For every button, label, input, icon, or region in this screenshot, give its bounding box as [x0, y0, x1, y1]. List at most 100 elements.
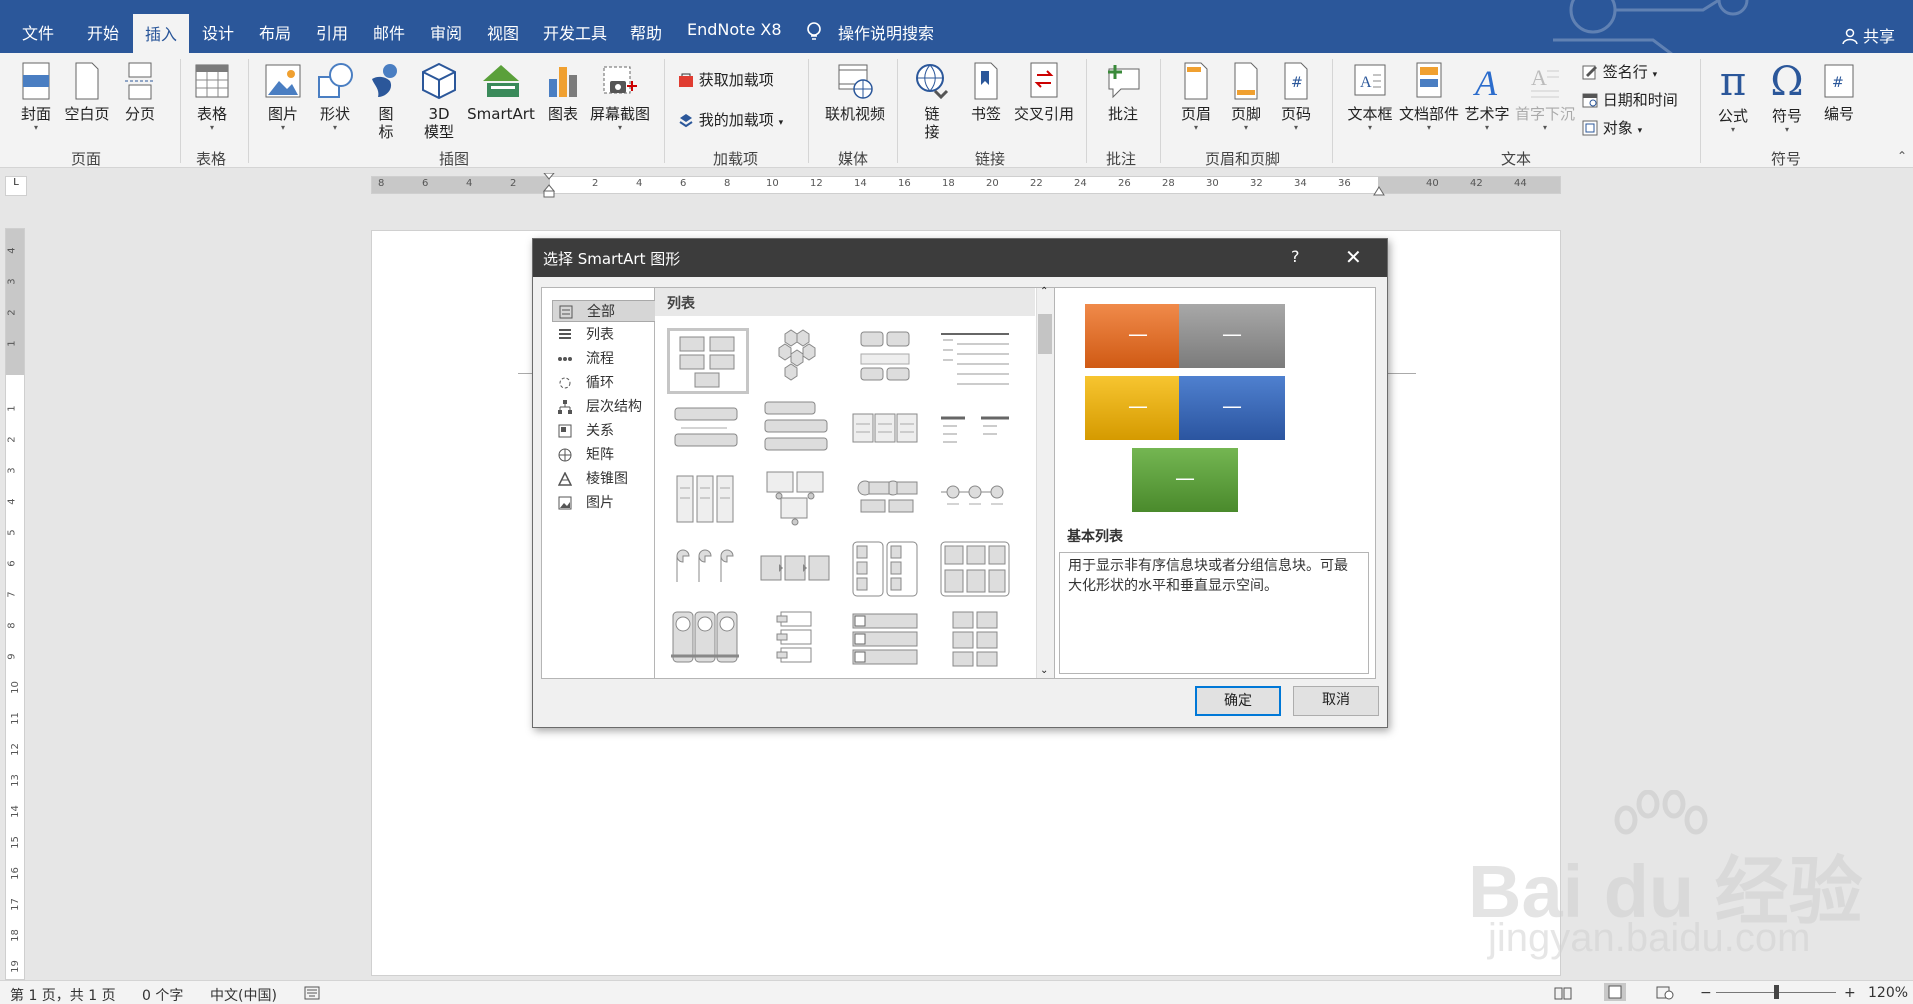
object-button[interactable]: 对象 ▾ [1582, 117, 1642, 138]
layout-circle-accent-timeline[interactable] [667, 608, 749, 674]
picture-button[interactable]: 图片 ▾ [262, 61, 304, 133]
web-layout-icon[interactable] [1656, 986, 1674, 1000]
vertical-ruler[interactable]: 4 3 2 1 1 2 3 4 5 6 7 8 9 10 11 12 13 14… [5, 228, 25, 980]
zoom-in-button[interactable]: + [1844, 985, 1856, 1001]
tab-design[interactable]: 设计 [202, 20, 234, 44]
horizontal-ruler[interactable]: 8 6 4 2 2 4 6 8 10 12 14 16 18 20 22 24 … [371, 173, 1561, 198]
symbol-button[interactable]: Ω 符号 ▾ [1766, 61, 1808, 135]
tab-selector[interactable]: L [5, 176, 27, 196]
page-break-button[interactable]: 分页 [120, 61, 160, 123]
category-cycle[interactable]: 循环 [552, 372, 668, 394]
layout-square-accent-list[interactable] [667, 468, 749, 534]
page-number-button[interactable]: # 页码 ▾ [1276, 61, 1316, 133]
layout-hexagon-list[interactable] [757, 328, 839, 394]
tab-mailings[interactable]: 邮件 [373, 20, 405, 44]
screenshot-button[interactable]: 屏幕截图 ▾ [588, 61, 652, 133]
icons-button[interactable]: 图标 [368, 61, 404, 141]
keyboard-icon[interactable] [304, 986, 320, 1000]
equation-button[interactable]: π 公式 ▾ [1712, 61, 1754, 135]
ok-button[interactable]: 确定 [1195, 686, 1281, 716]
gallery-scrollbar[interactable]: ⌃ ⌄ [1036, 286, 1054, 678]
layout-bubble-list[interactable] [847, 468, 929, 534]
right-indent-marker-icon[interactable] [1372, 185, 1386, 197]
layout-vertical-box-list[interactable] [757, 608, 839, 674]
chart-button[interactable]: 图表 [544, 61, 582, 123]
category-hierarchy[interactable]: 层次结构 [552, 396, 668, 418]
signature-line-button[interactable]: 签名行 ▾ [1582, 61, 1657, 82]
scroll-up-icon[interactable]: ⌃ [1040, 286, 1048, 297]
zoom-out-button[interactable]: − [1700, 985, 1712, 1001]
comment-button[interactable]: 批注 [1100, 61, 1146, 123]
layout-grouped-list[interactable] [847, 328, 929, 394]
scroll-down-icon[interactable]: ⌄ [1040, 665, 1048, 676]
drop-cap-button[interactable]: A 首字下沉 ▾ [1514, 61, 1576, 133]
get-addins-button[interactable]: 获取加载项 [678, 69, 774, 90]
word-count[interactable]: 0 个字 [142, 985, 183, 1004]
scroll-thumb[interactable] [1038, 314, 1052, 354]
header-button[interactable]: 页眉 ▾ [1176, 61, 1216, 133]
tab-view[interactable]: 视图 [487, 20, 519, 44]
layout-dot-list[interactable] [937, 468, 1019, 534]
tab-help[interactable]: 帮助 [630, 20, 662, 44]
category-picture[interactable]: 图片 [552, 492, 668, 514]
numbering-button[interactable]: # 编号 [1818, 61, 1860, 123]
footer-button[interactable]: 页脚 ▾ [1226, 61, 1266, 133]
category-all[interactable]: 全部 [552, 300, 668, 322]
indent-markers-icon[interactable] [542, 173, 556, 199]
close-icon[interactable]: ✕ [1345, 245, 1362, 269]
help-button[interactable]: ? [1291, 247, 1300, 266]
category-pyramid[interactable]: 棱锥图 [552, 468, 668, 490]
table-button[interactable]: 表格 ▾ [192, 61, 232, 133]
tab-insert[interactable]: 插入 [133, 14, 190, 53]
smartart-button[interactable]: SmartArt [466, 61, 536, 123]
layout-lined-list[interactable] [937, 328, 1019, 394]
page-count[interactable]: 第 1 页，共 1 页 [10, 985, 116, 1004]
bookmark-button[interactable]: 书签 [966, 61, 1006, 123]
quick-parts-button[interactable]: 文档部件 ▾ [1398, 61, 1460, 133]
tab-developer[interactable]: 开发工具 [543, 20, 607, 44]
layout-pie-accent-list[interactable] [667, 538, 749, 604]
shapes-button[interactable]: 形状 ▾ [314, 61, 356, 133]
tab-review[interactable]: 审阅 [430, 20, 462, 44]
tab-file[interactable]: 文件 [22, 20, 54, 44]
wordart-button[interactable]: A 艺术字 ▾ [1462, 61, 1512, 133]
date-time-button[interactable]: 日期和时间 [1582, 89, 1678, 110]
collapse-ribbon-icon[interactable]: ⌃ [1897, 149, 1907, 163]
cover-page-button[interactable]: 封面 ▾ [16, 61, 56, 133]
layout-vertical-block-list[interactable] [847, 538, 929, 604]
layout-horizontal-bullet-list[interactable] [847, 398, 929, 464]
layout-segmented-arrow-list[interactable] [757, 538, 839, 604]
layout-picture-caption-list[interactable] [757, 468, 839, 534]
category-matrix[interactable]: 矩阵 [552, 444, 668, 466]
zoom-level[interactable]: 120% [1868, 985, 1908, 1001]
layout-vertical-bullet-list[interactable] [667, 398, 749, 464]
layout-stacked-list[interactable] [757, 398, 839, 464]
print-layout-icon[interactable] [1604, 983, 1626, 1001]
layout-bending-picture-list[interactable] [937, 538, 1019, 604]
zoom-slider-thumb[interactable] [1774, 985, 1779, 999]
language[interactable]: 中文(中国) [210, 985, 277, 1004]
read-mode-icon[interactable] [1554, 986, 1572, 1000]
tab-home[interactable]: 开始 [87, 20, 119, 44]
textbox-button[interactable]: A 文本框 ▾ [1346, 61, 1394, 133]
my-addins-button[interactable]: 我的加载项 ▾ [678, 109, 783, 130]
tab-endnote[interactable]: EndNote X8 [687, 20, 782, 39]
layout-basic-list[interactable] [667, 328, 749, 394]
layout-table-list[interactable] [937, 398, 1019, 464]
online-video-button[interactable]: 联机视频 [820, 61, 890, 123]
dialog-title-bar[interactable]: 选择 SmartArt 图形 ? ✕ [533, 239, 1387, 277]
category-relationship[interactable]: 关系 [552, 420, 668, 442]
cancel-button[interactable]: 取消 [1293, 686, 1379, 716]
category-process[interactable]: 流程 [552, 348, 668, 370]
share-button[interactable]: 共享 [1842, 23, 1895, 47]
layout-checklist[interactable] [847, 608, 929, 674]
blank-page-button[interactable]: 空白页 [64, 61, 110, 123]
link-button[interactable]: 链接 [912, 61, 952, 141]
category-list-item[interactable]: 列表 [552, 324, 668, 346]
3d-models-button[interactable]: 3D 模型 [416, 61, 462, 141]
tab-layout[interactable]: 布局 [259, 20, 291, 44]
tab-references[interactable]: 引用 [316, 20, 348, 44]
tell-me-search[interactable]: 操作说明搜索 [838, 20, 934, 44]
layout-stacked-block-list[interactable] [937, 608, 1019, 674]
cross-reference-button[interactable]: 交叉引用 [1012, 61, 1076, 123]
